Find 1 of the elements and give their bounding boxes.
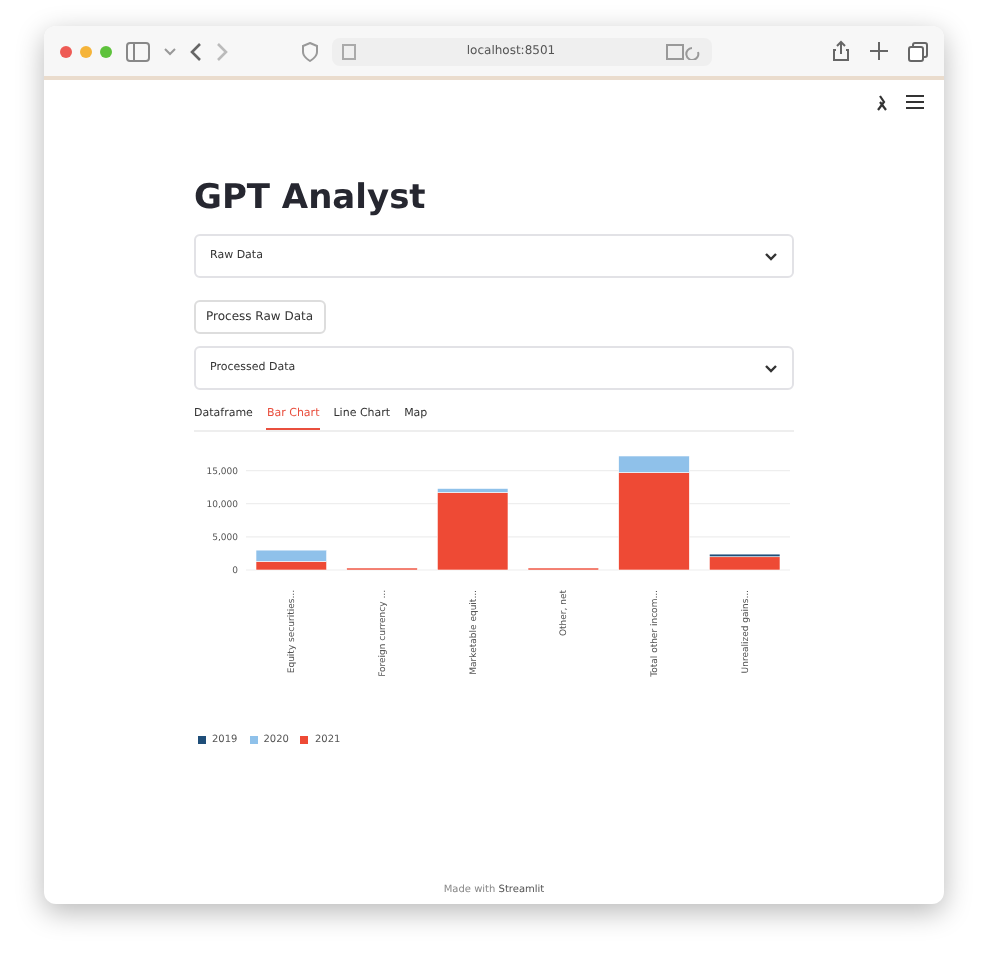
page-title: GPT Analyst	[194, 178, 428, 218]
